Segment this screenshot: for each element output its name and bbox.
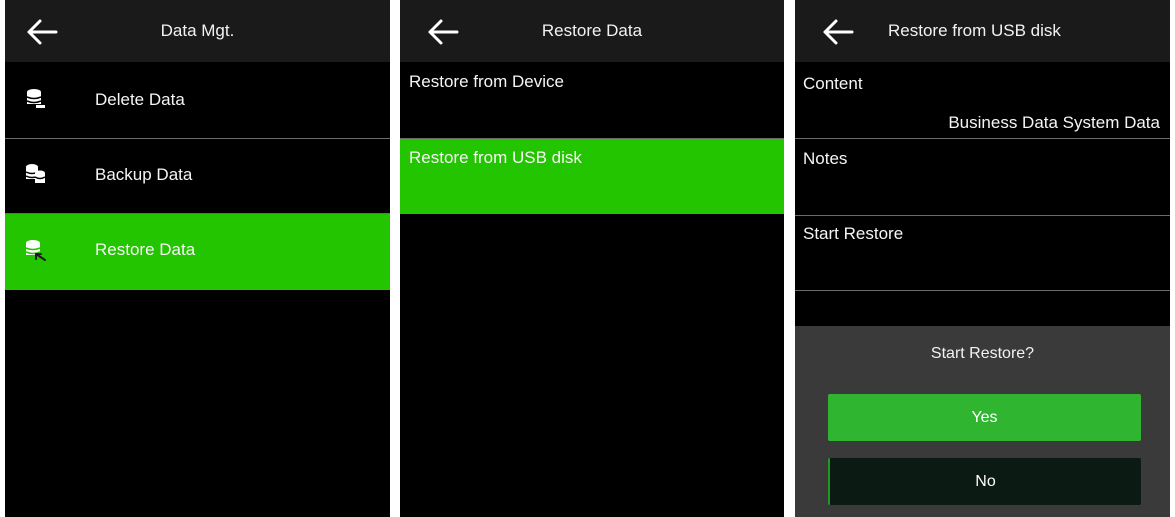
data-mgt-screen: Data Mgt. Delete Data Backup Data Restor… bbox=[5, 0, 390, 517]
dialog-question: Start Restore? bbox=[930, 345, 1035, 362]
restore-from-usb-screen: Restore from USB disk Content Business D… bbox=[795, 0, 1170, 517]
menu-item-backup-data[interactable]: Backup Data bbox=[5, 139, 390, 214]
menu-item-label: Restore Data bbox=[95, 240, 196, 259]
arrow-left-icon[interactable] bbox=[821, 17, 855, 47]
menu-item-delete-data[interactable]: Delete Data bbox=[5, 62, 390, 139]
page-title: Restore from USB disk bbox=[888, 21, 1061, 40]
top-bar: Data Mgt. bbox=[5, 0, 390, 62]
database-restore-icon bbox=[25, 240, 46, 261]
notes-label: Notes bbox=[803, 149, 848, 168]
content-value: Business Data System Data bbox=[948, 113, 1160, 132]
menu-item-restore-data[interactable]: Restore Data bbox=[5, 214, 390, 290]
menu-item-restore-from-device[interactable]: Restore from Device bbox=[400, 62, 784, 139]
menu-item-restore-from-usb[interactable]: Restore from USB disk bbox=[400, 139, 784, 214]
menu-item-label: Restore from USB disk bbox=[409, 148, 582, 167]
confirm-dialog: Start Restore? Yes No bbox=[795, 326, 1170, 517]
page-title: Restore Data bbox=[541, 21, 643, 40]
content-option[interactable]: Content Business Data System Data bbox=[795, 62, 1170, 139]
start-restore-label: Start Restore bbox=[803, 224, 904, 243]
page-title: Data Mgt. bbox=[160, 21, 235, 40]
top-bar: Restore Data bbox=[400, 0, 784, 62]
no-button[interactable]: No bbox=[828, 458, 1141, 505]
menu-item-label: Restore from Device bbox=[409, 72, 564, 91]
yes-button[interactable]: Yes bbox=[828, 394, 1141, 441]
top-bar: Restore from USB disk bbox=[795, 0, 1170, 62]
notes-option[interactable]: Notes bbox=[795, 139, 1170, 216]
database-delete-icon bbox=[26, 89, 45, 108]
menu-item-label: Delete Data bbox=[95, 90, 185, 109]
menu-item-label: Backup Data bbox=[95, 165, 193, 184]
content-label: Content bbox=[803, 74, 863, 93]
restore-data-screen: Restore Data Restore from Device Restore… bbox=[400, 0, 784, 517]
database-backup-icon bbox=[25, 164, 46, 183]
start-restore-option[interactable]: Start Restore bbox=[795, 216, 1170, 291]
